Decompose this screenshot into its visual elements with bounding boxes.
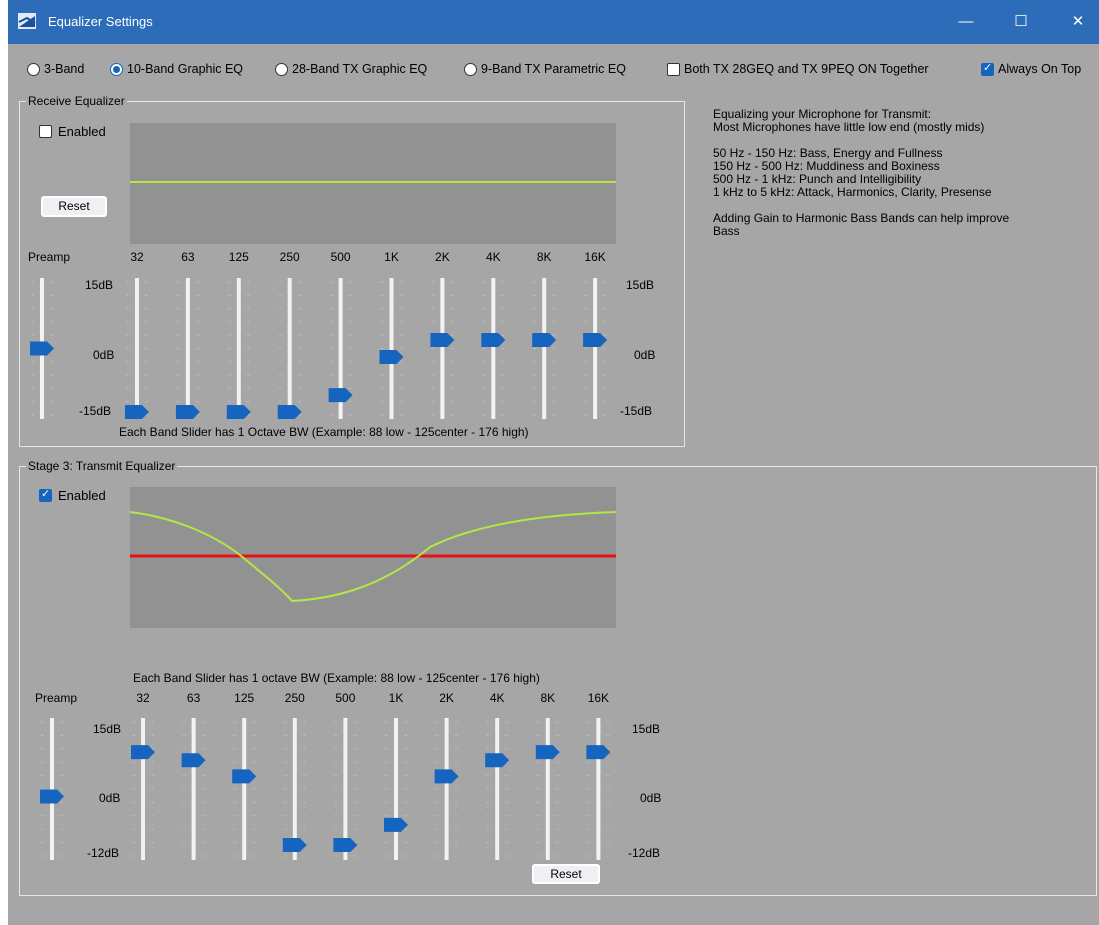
transmit-slider-band-4k[interactable] <box>485 718 510 860</box>
transmit-slider-band-63[interactable] <box>181 718 206 860</box>
slider-thumb[interactable] <box>535 745 560 760</box>
slider-track[interactable] <box>495 718 500 860</box>
slider-thumb[interactable] <box>232 769 257 784</box>
transmit-reset-button[interactable]: Reset <box>532 864 600 884</box>
equalizer-window: Equalizer Settings — ☐ ✕ 3-Band 10-Band … <box>8 0 1099 925</box>
transmit-slider-band-500[interactable] <box>333 718 358 860</box>
slider-thumb[interactable] <box>586 745 611 760</box>
transmit-slider-band-250[interactable] <box>282 718 307 860</box>
slider-thumb[interactable] <box>282 838 307 852</box>
transmit-slider-preamp[interactable] <box>40 718 64 860</box>
slider-track[interactable] <box>242 718 247 860</box>
transmit-slider-band-16k[interactable] <box>586 718 611 860</box>
slider-track[interactable] <box>191 718 196 860</box>
transmit-slider-band-2k[interactable] <box>434 718 459 860</box>
slider-track[interactable] <box>596 718 601 860</box>
slider-track[interactable] <box>50 718 54 860</box>
slider-thumb[interactable] <box>485 753 510 768</box>
transmit-slider-band-125[interactable] <box>232 718 257 860</box>
slider-track[interactable] <box>394 718 398 860</box>
slider-track[interactable] <box>545 718 550 860</box>
transmit-slider-band-8k[interactable] <box>535 718 560 860</box>
slider-thumb[interactable] <box>434 769 459 784</box>
slider-track[interactable] <box>444 718 449 860</box>
slider-thumb[interactable] <box>333 838 358 852</box>
transmit-slider-band-32[interactable] <box>131 718 155 860</box>
slider-thumb[interactable] <box>131 745 155 760</box>
slider-thumb[interactable] <box>181 753 206 768</box>
transmit-sliders <box>40 718 611 860</box>
slider-thumb[interactable] <box>40 789 64 804</box>
slider-track[interactable] <box>141 718 145 860</box>
transmit-slider-band-1k[interactable] <box>384 718 408 860</box>
slider-thumb[interactable] <box>384 817 408 832</box>
